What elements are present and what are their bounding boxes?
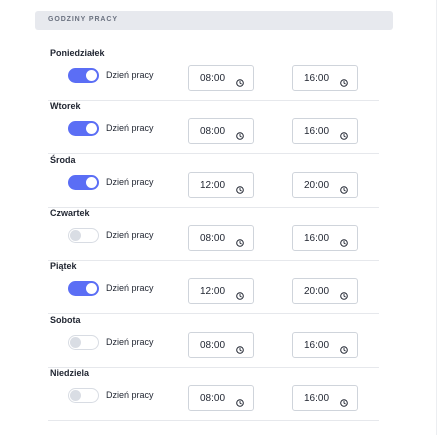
start-time-value: 08:00 — [200, 340, 226, 351]
clock-icon[interactable] — [236, 394, 244, 407]
start-time-input[interactable]: 08:00 — [188, 225, 254, 251]
start-time-value: 08:00 — [200, 126, 226, 137]
end-time-value: 16:00 — [304, 340, 330, 351]
end-time-input[interactable]: 16:00 — [292, 385, 358, 411]
working-day-toggle[interactable] — [68, 281, 99, 296]
start-time-value: 08:00 — [200, 73, 226, 84]
end-time-input[interactable]: 16:00 — [292, 225, 358, 251]
working-day-label: Dzień pracy — [106, 123, 154, 133]
clock-icon[interactable] — [340, 287, 348, 300]
working-day-toggle[interactable] — [68, 335, 99, 350]
section-header: GODZINY PRACY — [35, 11, 393, 30]
working-day-label: Dzień pracy — [106, 390, 154, 400]
toggle-knob — [86, 123, 97, 134]
start-time-value: 12:00 — [200, 180, 226, 191]
working-day-toggle[interactable] — [68, 121, 99, 136]
day-name: Wtorek — [50, 101, 81, 111]
day-row: Sobota Dzień pracy 08:00 16:00 — [48, 315, 379, 368]
working-day-label: Dzień pracy — [106, 230, 154, 240]
clock-icon[interactable] — [236, 74, 244, 87]
toggle-knob — [86, 177, 97, 188]
day-name: Sobota — [50, 315, 81, 325]
working-day-toggle[interactable] — [68, 388, 99, 403]
working-day-label: Dzień pracy — [106, 70, 154, 80]
working-day-label: Dzień pracy — [106, 337, 154, 347]
working-hours-panel: GODZINY PRACY Poniedziałek Dzień pracy 08:… — [0, 0, 437, 435]
working-day-toggle[interactable] — [68, 228, 99, 243]
end-time-value: 16:00 — [304, 233, 330, 244]
clock-icon[interactable] — [340, 74, 348, 87]
clock-icon[interactable] — [340, 181, 348, 194]
end-time-value: 16:00 — [304, 126, 330, 137]
day-row: Czwartek Dzień pracy 08:00 16:00 — [48, 208, 379, 261]
end-time-value: 16:00 — [304, 73, 330, 84]
working-day-toggle[interactable] — [68, 68, 99, 83]
end-time-input[interactable]: 20:00 — [292, 278, 358, 304]
end-time-value: 20:00 — [304, 286, 330, 297]
start-time-input[interactable]: 08:00 — [188, 65, 254, 91]
day-name: Piątek — [50, 261, 77, 271]
start-time-input[interactable]: 08:00 — [188, 118, 254, 144]
start-time-input[interactable]: 12:00 — [188, 172, 254, 198]
toggle-knob — [70, 390, 81, 401]
day-name: Niedziela — [50, 368, 90, 378]
day-row: Poniedziałek Dzień pracy 08:00 16:00 — [48, 48, 379, 101]
day-row: Piątek Dzień pracy 12:00 20:00 — [48, 261, 379, 314]
row-divider — [48, 153, 379, 154]
clock-icon[interactable] — [340, 341, 348, 354]
section-title: GODZINY PRACY — [48, 16, 118, 23]
start-time-input[interactable]: 08:00 — [188, 332, 254, 358]
clock-icon[interactable] — [340, 394, 348, 407]
row-divider — [48, 420, 379, 421]
clock-icon[interactable] — [236, 181, 244, 194]
clock-icon[interactable] — [236, 287, 244, 300]
start-time-value: 12:00 — [200, 286, 226, 297]
clock-icon[interactable] — [340, 234, 348, 247]
day-name: Poniedziałek — [50, 48, 105, 58]
working-day-label: Dzień pracy — [106, 177, 154, 187]
start-time-input[interactable]: 08:00 — [188, 385, 254, 411]
toggle-knob — [70, 230, 81, 241]
start-time-input[interactable]: 12:00 — [188, 278, 254, 304]
day-row: Środa Dzień pracy 12:00 20:00 — [48, 155, 379, 208]
row-divider — [48, 313, 379, 314]
toggle-knob — [70, 337, 81, 348]
day-row: Niedziela Dzień pracy 08:00 16:00 — [48, 368, 379, 421]
day-name: Środa — [50, 155, 76, 165]
start-time-value: 08:00 — [200, 393, 226, 404]
day-name: Czwartek — [50, 208, 90, 218]
end-time-input[interactable]: 16:00 — [292, 118, 358, 144]
toggle-knob — [86, 70, 97, 81]
clock-icon[interactable] — [340, 127, 348, 140]
clock-icon[interactable] — [236, 341, 244, 354]
clock-icon[interactable] — [236, 234, 244, 247]
start-time-value: 08:00 — [200, 233, 226, 244]
day-row: Wtorek Dzień pracy 08:00 16:00 — [48, 101, 379, 154]
clock-icon[interactable] — [236, 127, 244, 140]
end-time-input[interactable]: 20:00 — [292, 172, 358, 198]
end-time-input[interactable]: 16:00 — [292, 65, 358, 91]
toggle-knob — [86, 283, 97, 294]
end-time-input[interactable]: 16:00 — [292, 332, 358, 358]
working-day-label: Dzień pracy — [106, 283, 154, 293]
working-day-toggle[interactable] — [68, 175, 99, 190]
end-time-value: 20:00 — [304, 180, 330, 191]
end-time-value: 16:00 — [304, 393, 330, 404]
